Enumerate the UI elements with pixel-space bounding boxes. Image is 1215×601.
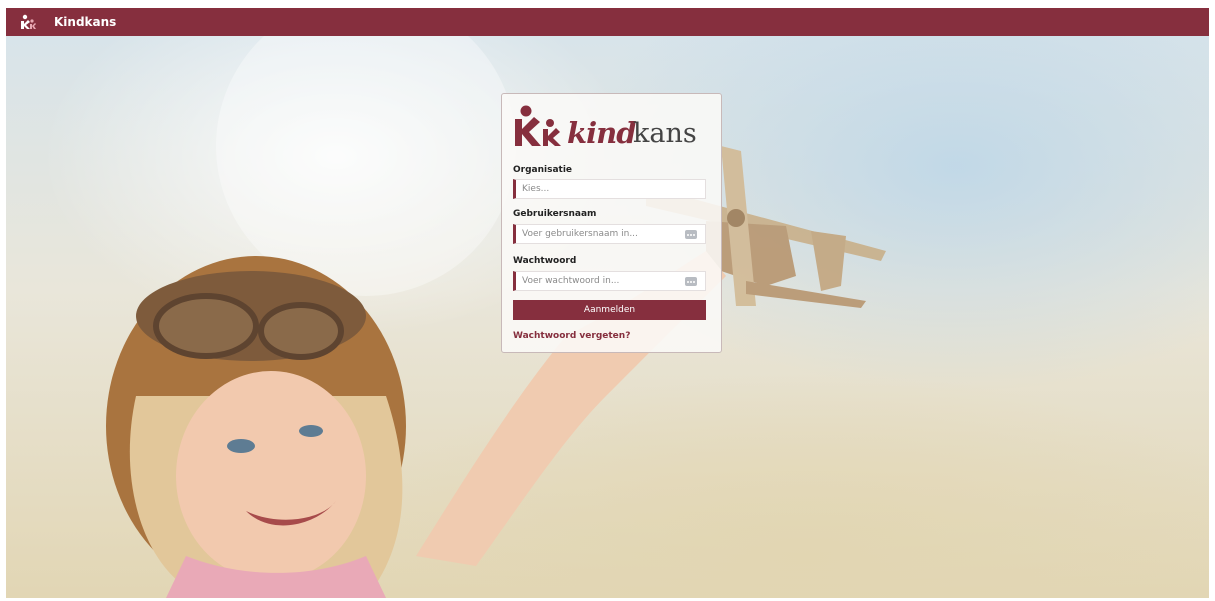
kindkans-figures-icon xyxy=(515,105,561,146)
username-label: Gebruikersnaam xyxy=(513,209,597,219)
more-dots-icon[interactable] xyxy=(685,277,697,286)
password-input[interactable] xyxy=(516,275,684,287)
app-title: Kindkans xyxy=(54,15,117,29)
password-field[interactable] xyxy=(513,271,706,291)
brand-word-kind: kind xyxy=(567,116,636,150)
app-frame: Kindkans kind kans Organisatie Kies... G… xyxy=(6,8,1209,598)
brand-word-kans: kans xyxy=(633,118,697,149)
more-dots-icon[interactable] xyxy=(685,230,697,239)
username-field[interactable] xyxy=(513,224,706,244)
password-label: Wachtwoord xyxy=(513,256,577,266)
kindkans-brand-logo: kind kans xyxy=(512,104,712,152)
kindkans-logo-icon[interactable] xyxy=(14,8,42,36)
username-input[interactable] xyxy=(516,228,684,240)
organisation-input[interactable] xyxy=(516,183,684,195)
login-card: kind kans Organisatie Gebruikersnaam Wac… xyxy=(501,93,722,353)
top-bar: Kindkans xyxy=(6,8,1209,36)
login-button[interactable]: Aanmelden xyxy=(513,300,706,320)
forgot-password-link[interactable]: Wachtwoord vergeten? xyxy=(513,331,630,341)
organisation-label: Organisatie xyxy=(513,165,573,175)
organisation-select[interactable] xyxy=(513,179,706,199)
